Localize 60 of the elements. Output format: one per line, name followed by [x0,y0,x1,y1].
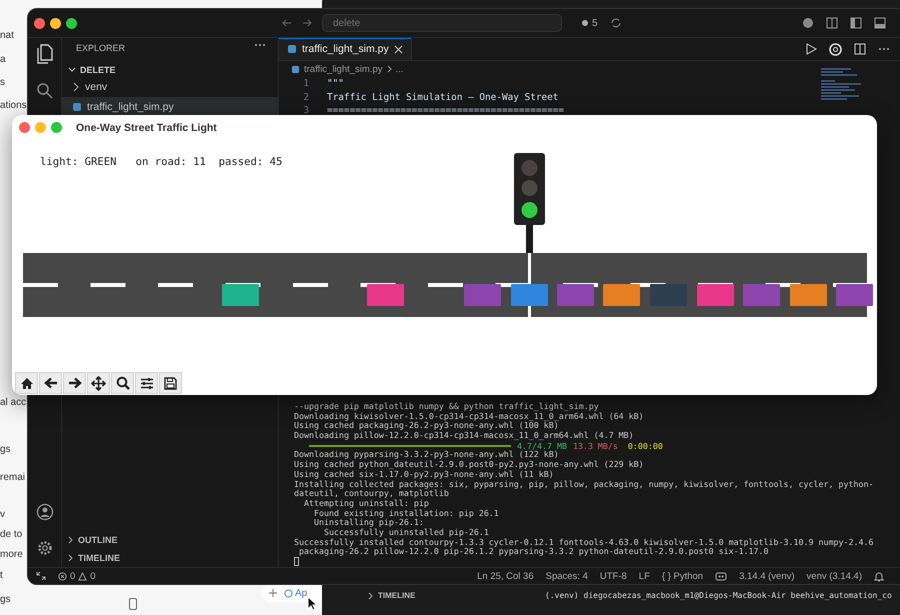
line-number: 1 [302,78,310,90]
file-tree-item[interactable]: traffic_light_sim.py [62,97,278,117]
sidebar-text: a [0,54,6,65]
terminal-line: --upgrade pip matplotlib numpy && python traffic_light_sim.py [294,402,600,412]
button-label: Ap [295,588,308,598]
sidebar-text: gs [0,444,11,455]
terminal-line: Successfully uninstalled pip-26.1 [324,528,490,538]
terminal-line: Using cached python_dateutil-2.9.0.post0-py2.py3-none-any.whl (229 kB) [294,460,645,470]
panel-title: EXPLORER [76,43,126,55]
sidebar-text: al acc [0,397,26,408]
download-size: 4.7/4.7 MB [517,440,567,451]
problems-indicator[interactable]: 0 0 [58,570,96,582]
encoding[interactable]: UTF-8 [600,570,627,582]
indentation[interactable]: Spaces: 4 [546,570,588,582]
time-remaining: 0:00:00 [628,440,663,451]
python-environment[interactable]: venv (3.14.4) [806,570,862,582]
terminal-line: Found existing installation: pip 26.1 [314,508,500,518]
terminal-line: dateutil, contourpy, matplotlib [294,489,450,499]
section-header[interactable]: TIMELINE [378,591,416,600]
line-number: 2 [302,92,310,103]
sidebar-text: nat [0,30,14,41]
terminal-line: Installing collected packages: six, pyparsing, pip, pillow, packaging, numpy, kiwisolver, fonttools, cycler, python- [294,480,874,489]
terminal-prompt: (.venv) diegocabezas_macbook_m1@Diegos-MacBook-Air beehive_automation_co [545,591,892,600]
terminal-line: Downloading pyparsing-3.3.2-py3-none-any.whl (122 kB) [294,450,560,460]
line-ending[interactable]: LF [638,570,650,582]
language-mode[interactable]: { } Python [662,570,704,582]
cursor-position[interactable]: Ln 25, Col 36 [477,570,534,582]
terminal-line: Attempting uninstall: pip [302,498,429,509]
terminal-line: Successfully installed contourpy-1.3.3 cycler-0.12.1 fonttools-4.63.0 kiwisolver-1.5.0 matplotlib-3.10.9 numpy-2.4.6 [294,538,874,547]
breadcrumb-item[interactable]: traffic_light_sim.py [304,64,382,74]
line-number: 3 [302,105,310,116]
terminal-line: Using cached six-1.17.0-py2.py3-none-any.whl (11 kB) [294,470,554,480]
terminal-line: Downloading pillow-12.2.0-cp314-cp314-macosx_11_0_arm64.whl (4.7 MB) [294,431,635,441]
sidebar-text: s [0,77,5,88]
code-line: ========================================== [327,105,564,116]
sidebar-text: t [0,570,3,581]
sidebar-text: de to [0,529,22,540]
file-tree-item[interactable]: venv [62,77,278,97]
command-center-field[interactable]: delete [322,14,562,32]
breadcrumb-item[interactable]: ... [396,64,404,74]
sidebar-text: v [0,509,5,520]
folder-header[interactable]: DELETE [80,65,116,75]
sidebar-text: more [0,549,23,560]
terminal-line: packaging-26.2 pillow-12.2.0 pip-26.1.2 pyparsing-3.3.2 python-dateutil-2.9.0.post0 six-1.17.0 [298,547,769,557]
sidebar-text: ations [0,100,27,111]
code-line: """ [327,78,344,90]
section-header[interactable]: TIMELINE [78,553,120,563]
terminal-line: Uninstalling pip-26.1: [312,518,425,528]
sidebar-text: remai [0,472,26,483]
section-header[interactable]: OUTLINE [78,535,118,545]
notification-count[interactable]: 5 [592,18,598,28]
editor-tab[interactable]: traffic_light_sim.py [279,38,412,60]
window-title: One-Way Street Traffic Light [76,122,217,134]
sidebar-text: gs [0,594,11,605]
download-speed: 13.3 MB/s [572,440,618,451]
terminal-line: Using cached packaging-26.2-py3-none-any.whl (100 kB) [294,421,559,432]
python-interpreter[interactable]: 3.14.4 (venv) [739,570,795,582]
code-line: Traffic Light Simulation — One-Way Street [327,92,558,103]
terminal-line: Downloading kiwisolver-1.5.0-cp314-cp314-macosx_11_0_arm64.whl (64 kB) [294,412,645,422]
status-text: light: GREEN on road: 11 passed: 45 [40,156,282,168]
